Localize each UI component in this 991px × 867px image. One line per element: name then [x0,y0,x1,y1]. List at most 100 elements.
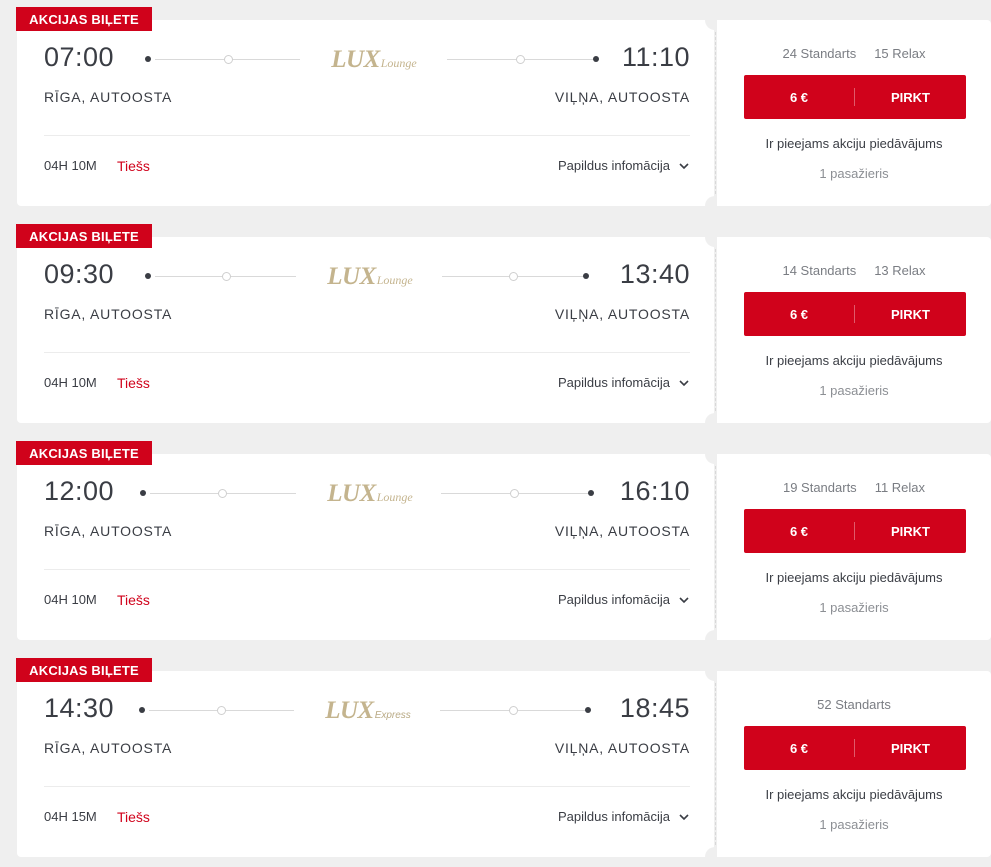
more-info-toggle[interactable]: Papildus infomācija [558,375,690,390]
promo-ticket-badge: AKCIJAS BIĻETE [16,7,152,31]
seat-availability: 24 Standarts 15 Relax [717,46,991,61]
seat-availability: 14 Standarts 13 Relax [717,263,991,278]
route-start-dot [140,490,146,496]
trip-duration: 04H 10M [44,158,97,173]
ticket-price: 6 € [789,89,809,105]
passenger-count: 1 pasažieris [819,817,889,832]
logo-brand: LUX [327,263,376,290]
promo-notice: Ir pieejams akciju piedāvājums [765,136,943,151]
buy-button[interactable]: 6 € PIRKT [744,726,966,770]
arrival-station: VIĻŅA, AUTOOSTA [554,523,690,539]
divider [44,786,690,787]
arrival-time: 18:45 [619,693,690,723]
ticket-perforation [715,683,716,845]
buy-button[interactable]: 6 € PIRKT [744,75,966,119]
seats-standard: 52 Standarts [817,697,891,712]
purchase-panel: 52 Standarts 6 € PIRKT Ir pieejams akcij… [717,671,991,857]
chevron-down-icon [679,379,689,386]
departure-station: RĪGA, AUTOOSTA [44,89,173,105]
more-info-toggle[interactable]: Papildus infomācija [558,809,690,824]
trip-card: 12:00 LUX Lounge 16:10 RĪGA, AUTOOSTA VIĻ… [16,441,991,650]
buy-label: PIRKT [891,89,930,105]
more-info-label: Papildus infomācija [557,809,670,824]
arrival-station: VIĻŅA, AUTOOSTA [554,306,690,322]
promo-ticket-badge: AKCIJAS BIĻETE [16,658,152,682]
lux-lounge-logo: LUX Lounge [315,261,425,291]
promo-ticket-badge: AKCIJAS BIĻETE [16,224,152,248]
trip-duration: 04H 10M [44,592,97,607]
lux-lounge-logo: LUX Lounge [315,478,425,508]
departure-time: 12:00 [44,476,115,506]
direct-label: Tiešs [117,158,150,174]
route-end-dot [583,273,589,279]
direct-label: Tiešs [117,375,150,391]
buy-label: PIRKT [891,740,930,756]
arrival-station: VIĻŅA, AUTOOSTA [554,740,690,756]
seats-relax: 11 Relax [874,480,926,495]
logo-sub: Lounge [376,490,413,504]
trip-card: 14:30 LUX Express 18:45 RĪGA, AUTOOSTA VI… [16,658,991,867]
ticket-perforation [715,249,716,411]
trip-duration: 04H 15M [44,809,97,824]
buy-label: PIRKT [891,523,930,539]
promo-notice: Ir pieejams akciju piedāvājums [765,570,943,585]
more-info-toggle[interactable]: Papildus infomācija [558,592,690,607]
route-stop-icon [218,489,227,498]
route-start-dot [139,707,145,713]
promo-notice: Ir pieejams akciju piedāvājums [765,353,943,368]
lux-lounge-logo: LUX Lounge [319,44,429,74]
logo-brand: LUX [331,46,380,73]
arrival-station: VIĻŅA, AUTOOSTA [554,89,690,105]
departure-station: RĪGA, AUTOOSTA [44,306,173,322]
ticket-price: 6 € [789,523,809,539]
route-stop-icon [222,272,231,281]
seats-relax: 15 Relax [874,46,926,61]
trip-details: 09:30 LUX Lounge 13:40 RĪGA, AUTOOSTA VIĻ… [16,224,714,423]
departure-time: 14:30 [44,693,115,723]
logo-sub: Lounge [376,273,413,287]
buy-button[interactable]: 6 € PIRKT [744,509,966,553]
logo-sub: Express [374,710,411,721]
divider [44,352,690,353]
logo-brand-text: LUX [325,697,374,724]
ticket-price: 6 € [789,306,809,322]
more-info-label: Papildus infomācija [557,158,670,173]
seats-standard: 24 Standarts [782,46,857,61]
purchase-panel: 19 Standarts 11 Relax 6 € PIRKT Ir pieeja… [717,454,991,640]
more-info-toggle[interactable]: Papildus infomācija [558,158,690,173]
departure-time: 09:30 [44,259,115,289]
seat-availability: 19 Standarts 11 Relax [717,480,991,495]
trip-duration: 04H 10M [44,375,97,390]
buy-button[interactable]: 6 € PIRKT [744,292,966,336]
divider [44,135,690,136]
arrival-time: 16:10 [619,476,690,506]
seats-relax: 13 Relax [874,263,926,278]
trip-details: 12:00 LUX Lounge 16:10 RĪGA, AUTOOSTA VIĻ… [16,441,714,640]
route-end-dot [585,707,591,713]
route-start-dot [145,56,151,62]
departure-station: RĪGA, AUTOOSTA [44,523,173,539]
lux-express-logo: LUX Express [313,695,423,725]
route-stop-icon [516,55,525,64]
buy-label: PIRKT [891,306,930,322]
trip-details: 14:30 LUX Express 18:45 RĪGA, AUTOOSTA VI… [16,658,714,857]
purchase-panel: 24 Standarts 15 Relax 6 € PIRKT Ir pieeja… [717,20,991,206]
seats-standard: 19 Standarts [782,480,857,495]
purchase-panel: 14 Standarts 13 Relax 6 € PIRKT Ir pieeja… [717,237,991,423]
ticket-price: 6 € [789,740,809,756]
passenger-count: 1 pasažieris [819,166,889,181]
route-stop-icon [510,489,519,498]
seat-availability: 52 Standarts [717,697,991,712]
chevron-down-icon [679,162,689,169]
promo-notice: Ir pieejams akciju piedāvājums [765,787,943,802]
chevron-down-icon [679,813,689,820]
logo-brand: LUX [325,697,374,725]
arrival-time: 13:40 [619,259,690,289]
departure-time: 07:00 [44,42,115,72]
route-start-dot [145,273,151,279]
route-stop-icon [509,272,518,281]
logo-sub: Lounge [380,56,417,70]
promo-ticket-badge: AKCIJAS BIĻETE [16,441,152,465]
passenger-count: 1 pasažieris [819,600,889,615]
trip-card: 09:30 LUX Lounge 13:40 RĪGA, AUTOOSTA VIĻ… [16,224,991,433]
